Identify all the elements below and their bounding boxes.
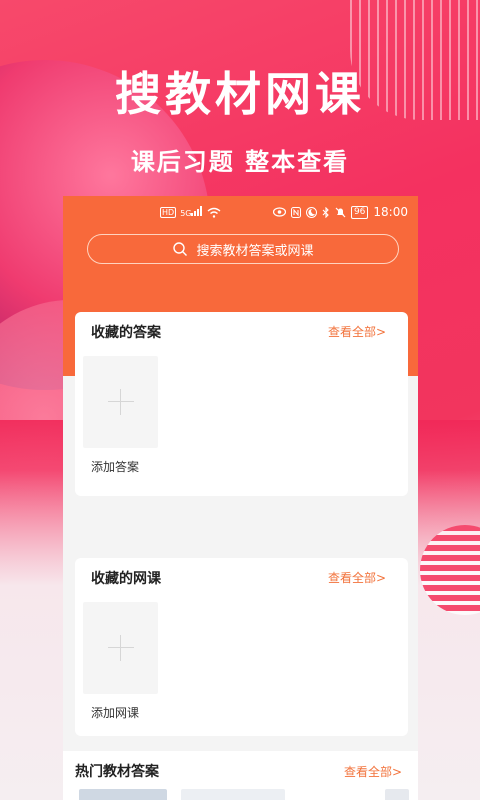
status-bar: HD 5G 96 18:00 bbox=[63, 204, 418, 224]
add-course-label: 添加网课 bbox=[91, 706, 140, 720]
search-placeholder: 搜索教材答案或网课 bbox=[196, 243, 314, 259]
bluetooth-icon bbox=[322, 206, 329, 218]
hot-answers-title: 热门教材答案 bbox=[75, 764, 159, 780]
hot-item-thumbnail[interactable] bbox=[181, 789, 285, 800]
add-course-button[interactable] bbox=[83, 602, 158, 694]
5g-signal-icon: 5G bbox=[180, 206, 203, 218]
wifi-icon bbox=[208, 207, 221, 218]
hot-thumbnails bbox=[79, 789, 409, 800]
eye-icon bbox=[272, 207, 286, 217]
view-all-hot-link[interactable]: 查看全部> bbox=[344, 763, 402, 780]
status-time: 18:00 bbox=[373, 205, 408, 219]
add-answer-label: 添加答案 bbox=[91, 460, 140, 474]
plus-icon bbox=[107, 635, 134, 661]
favorite-courses-title: 收藏的网课 bbox=[91, 571, 161, 587]
hot-item-thumbnail[interactable] bbox=[385, 789, 409, 800]
phone-screen: HD 5G 96 18:00 搜索教材答案或网课 收藏的答案 查看全部> 添加答… bbox=[63, 196, 418, 800]
hd-icon: HD bbox=[160, 206, 177, 218]
add-answer-button[interactable] bbox=[83, 356, 158, 448]
mute-bell-icon bbox=[335, 207, 346, 217]
search-input[interactable]: 搜索教材答案或网课 bbox=[87, 234, 399, 264]
promo-headline: 搜教材网课 bbox=[115, 67, 365, 121]
search-icon bbox=[173, 242, 188, 256]
plus-icon bbox=[107, 389, 134, 415]
promo-subline: 课后习题 整本查看 bbox=[130, 148, 350, 176]
hot-item-thumbnail[interactable] bbox=[79, 789, 167, 800]
nfc-icon bbox=[290, 206, 301, 218]
favorite-courses-card: 收藏的网课 查看全部> 添加网课 bbox=[75, 558, 408, 736]
view-all-courses-link[interactable]: 查看全部> bbox=[328, 569, 386, 586]
favorite-answers-card: 收藏的答案 查看全部> 添加答案 bbox=[75, 312, 408, 496]
view-all-answers-link[interactable]: 查看全部> bbox=[328, 323, 386, 340]
hot-textbook-answers: 热门教材答案 查看全部> bbox=[63, 751, 418, 800]
moon-icon bbox=[305, 206, 317, 218]
favorite-answers-title: 收藏的答案 bbox=[91, 325, 161, 341]
battery-indicator: 96 bbox=[350, 205, 369, 219]
